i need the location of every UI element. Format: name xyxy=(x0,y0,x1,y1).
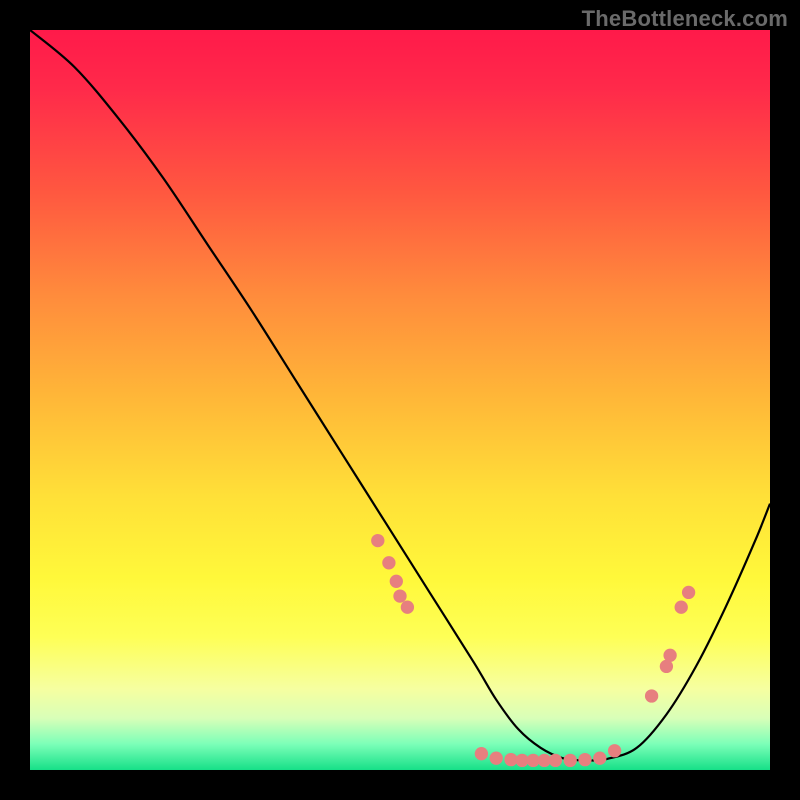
data-marker xyxy=(645,689,658,702)
chart-svg xyxy=(30,30,770,770)
data-marker xyxy=(390,575,403,588)
data-marker xyxy=(578,753,591,766)
bottleneck-curve xyxy=(30,30,770,761)
data-marker xyxy=(682,586,695,599)
data-markers xyxy=(371,534,695,767)
data-marker xyxy=(382,556,395,569)
data-marker xyxy=(371,534,384,547)
data-marker xyxy=(608,744,621,757)
data-marker xyxy=(593,752,606,765)
chart-container: TheBottleneck.com xyxy=(0,0,800,800)
plot-area xyxy=(30,30,770,770)
data-marker xyxy=(663,649,676,662)
data-marker xyxy=(490,752,503,765)
data-marker xyxy=(393,589,406,602)
data-marker xyxy=(564,754,577,767)
data-marker xyxy=(475,747,488,760)
data-marker xyxy=(549,754,562,767)
data-marker xyxy=(675,601,688,614)
watermark-text: TheBottleneck.com xyxy=(582,6,788,32)
data-marker xyxy=(401,601,414,614)
